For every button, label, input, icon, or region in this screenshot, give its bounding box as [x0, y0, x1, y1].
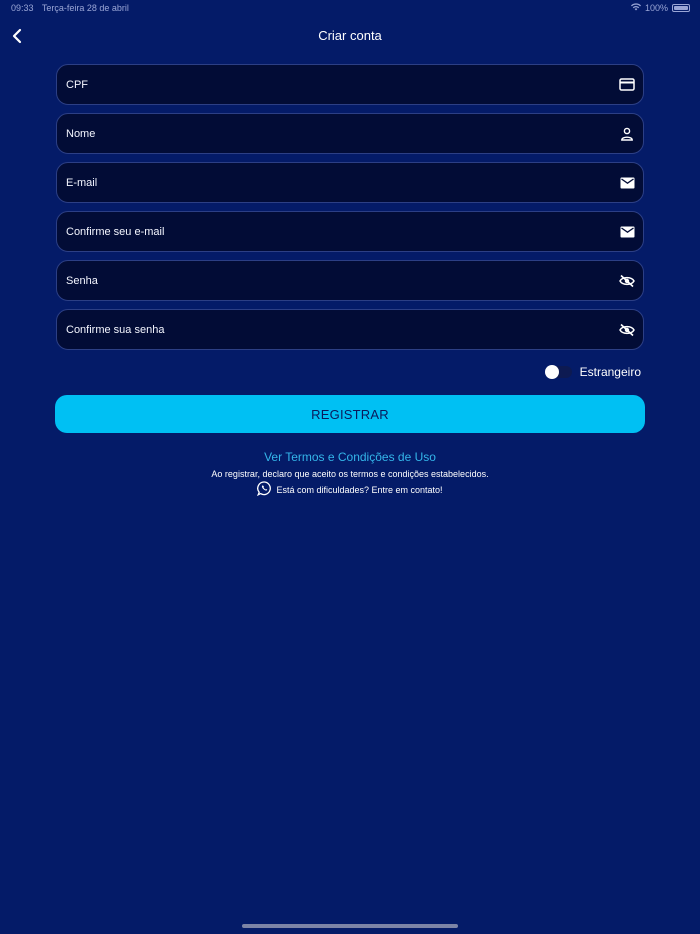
confirm-email-field[interactable]: Confirme seu e-mail	[56, 211, 644, 252]
eye-off-icon[interactable]	[619, 273, 635, 289]
name-label: Nome	[66, 127, 96, 140]
page-title: Criar conta	[318, 28, 382, 43]
email-field[interactable]: E-mail	[56, 162, 644, 203]
confirm-email-label: Confirme seu e-mail	[66, 225, 165, 238]
confirm-password-label: Confirme sua senha	[66, 323, 165, 336]
disclaimer-text: Ao registrar, declaro que aceito os term…	[211, 469, 489, 479]
password-field[interactable]: Senha	[56, 260, 644, 301]
battery-percent: 100%	[644, 3, 668, 13]
wifi-icon	[630, 3, 641, 13]
status-right: 100%	[630, 3, 690, 13]
name-field[interactable]: Nome	[56, 113, 644, 154]
mail-icon	[619, 224, 635, 240]
eye-off-icon[interactable]	[619, 322, 635, 338]
confirm-password-field[interactable]: Confirme sua senha	[56, 309, 644, 350]
nav-bar: Criar conta	[0, 24, 700, 48]
terms-link[interactable]: Ver Termos e Condições de Uso	[0, 450, 700, 464]
register-button-label: REGISTRAR	[311, 406, 389, 422]
register-button[interactable]: REGISTRAR	[55, 395, 645, 433]
cpf-label: CPF	[66, 78, 88, 91]
card-icon	[619, 77, 635, 93]
person-icon	[619, 126, 635, 142]
foreigner-toggle[interactable]	[544, 365, 572, 379]
register-form: CPF Nome E-mail Confirme seu e-mail Senh…	[56, 64, 644, 358]
mail-icon	[619, 175, 635, 191]
contact-link[interactable]: Está com dificuldades? Entre em contato!	[0, 481, 700, 498]
status-date: Terça-feira 28 de abril	[41, 3, 129, 13]
status-time: 09:33	[11, 3, 34, 13]
status-bar: 09:33 Terça-feira 28 de abril 100%	[0, 0, 700, 16]
email-label: E-mail	[66, 176, 98, 189]
password-label: Senha	[66, 274, 98, 287]
home-indicator[interactable]	[242, 924, 458, 928]
foreigner-label: Estrangeiro	[579, 365, 641, 379]
battery-icon	[672, 4, 690, 12]
whatsapp-icon	[257, 481, 272, 498]
contact-text: Está com dificuldades? Entre em contato!	[276, 484, 443, 495]
status-left: 09:33 Terça-feira 28 de abril	[11, 3, 135, 13]
toggle-knob	[544, 365, 559, 379]
cpf-field[interactable]: CPF	[56, 64, 644, 105]
foreigner-toggle-row: Estrangeiro	[544, 362, 641, 382]
